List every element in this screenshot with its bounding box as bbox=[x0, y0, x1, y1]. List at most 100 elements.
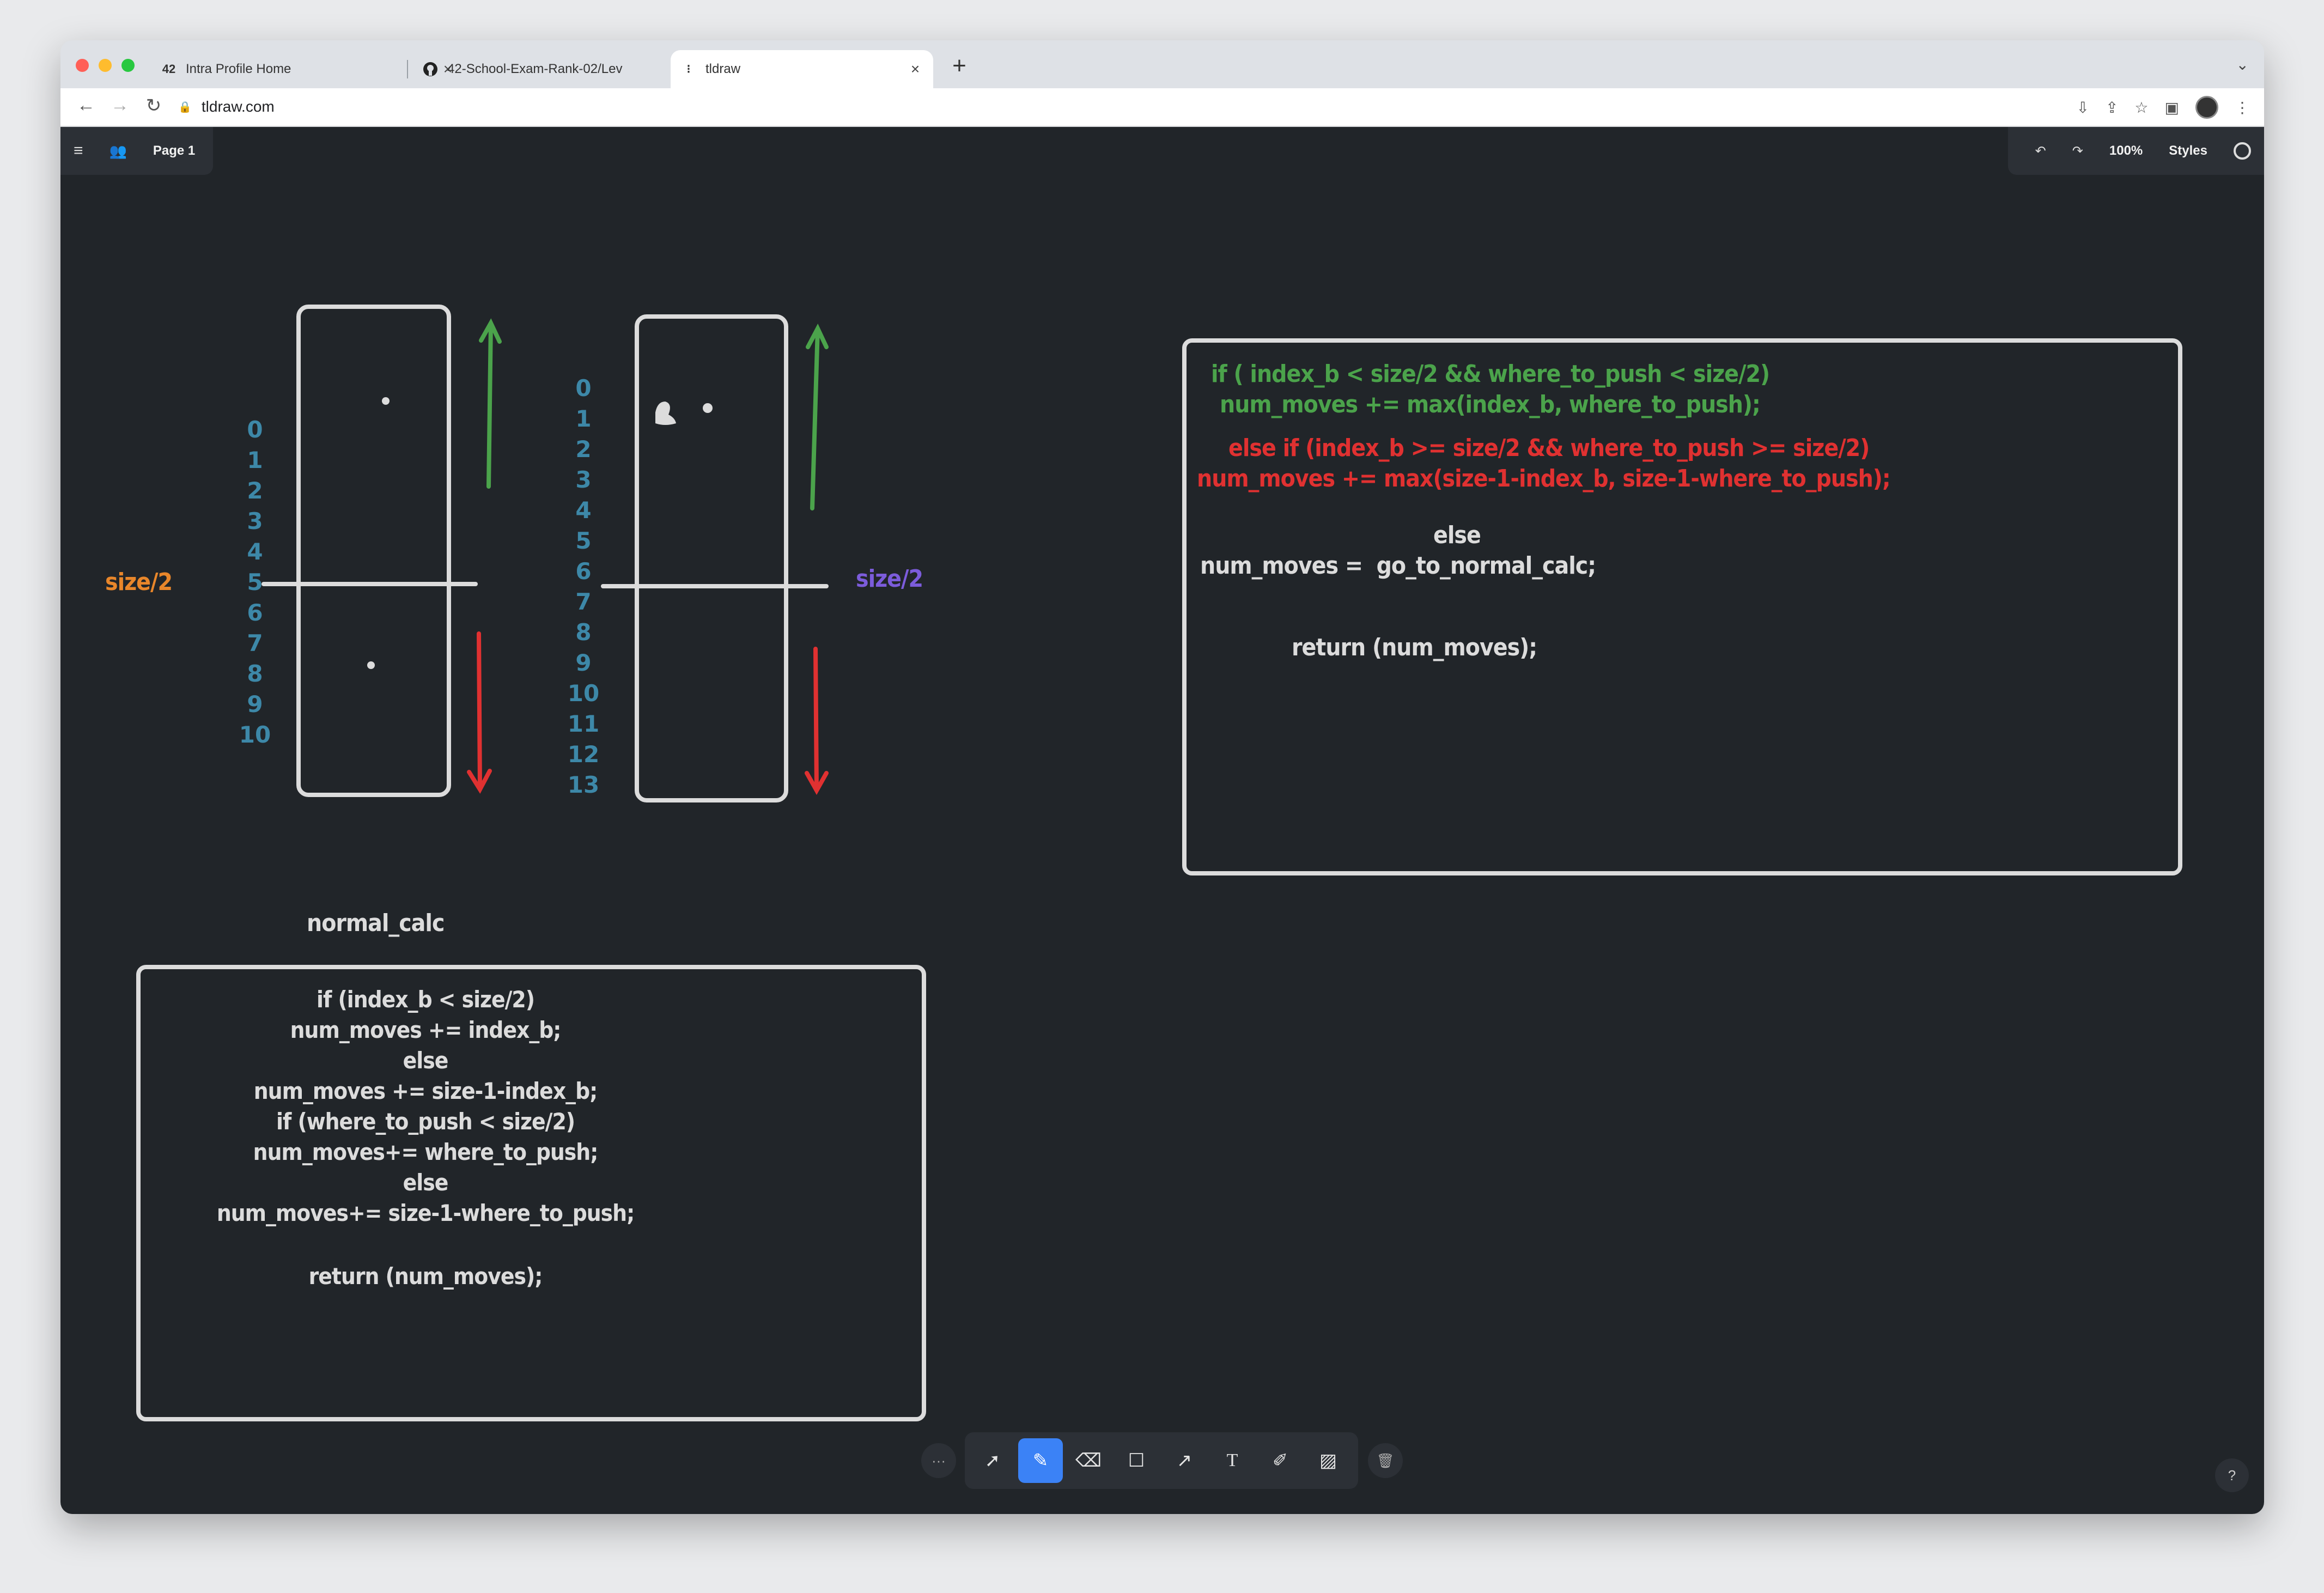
note-tool-icon[interactable]: ✐ bbox=[1258, 1438, 1303, 1483]
index-label[interactable]: 10 bbox=[562, 678, 605, 709]
index-label[interactable]: 13 bbox=[562, 770, 605, 800]
draw-tool-icon[interactable]: ✎ bbox=[1018, 1438, 1063, 1483]
left-index-list: 0 1 2 3 4 5 6 7 8 9 10 bbox=[236, 415, 274, 750]
code-line[interactable]: num_moves+= size-1-where_to_push; bbox=[186, 1198, 665, 1229]
forward-icon[interactable]: → bbox=[106, 95, 133, 116]
image-tool-icon[interactable]: ▨ bbox=[1306, 1438, 1350, 1483]
42-logo-icon: 42 bbox=[162, 62, 176, 76]
bookmark-star-icon[interactable]: ☆ bbox=[2134, 99, 2148, 117]
github-icon bbox=[422, 61, 439, 77]
code-line[interactable]: else bbox=[186, 1045, 665, 1076]
select-tool-icon[interactable]: ➚ bbox=[970, 1438, 1015, 1483]
return-line[interactable]: return (num_moves); bbox=[1292, 633, 1537, 663]
left-stack-rectangle[interactable] bbox=[296, 305, 451, 797]
url-text: tldraw.com bbox=[201, 98, 275, 115]
arrow-tool-icon[interactable]: ↗ bbox=[1162, 1438, 1207, 1483]
code-line[interactable]: num_moves += size-1-index_b; bbox=[186, 1076, 665, 1106]
code-line[interactable]: num_moves+= where_to_push; bbox=[186, 1137, 665, 1168]
address-bar: ← → ↻ 🔒 tldraw.com ⇩ ⇪ ☆ ▣ ⋮ bbox=[60, 88, 2264, 126]
zoom-window-button[interactable] bbox=[121, 59, 135, 72]
url-field[interactable]: 🔒 tldraw.com bbox=[178, 98, 275, 115]
tldraw-icon: ⁝ bbox=[686, 62, 691, 76]
browser-menu-icon[interactable]: ⋮ bbox=[2235, 99, 2250, 117]
normal-calc-title[interactable]: normal_calc bbox=[307, 908, 445, 939]
share-icon[interactable]: ⇪ bbox=[2106, 99, 2118, 117]
size-half-label-left[interactable]: size/2 bbox=[105, 567, 173, 598]
browser-window: 42 Intra Profile Home × 42-School-Exam-R… bbox=[60, 40, 2264, 1514]
left-dot-lower[interactable] bbox=[367, 661, 375, 669]
right-code-box[interactable] bbox=[1182, 338, 2182, 875]
right-dot[interactable] bbox=[703, 403, 713, 413]
index-label[interactable]: 1 bbox=[562, 404, 605, 434]
index-label[interactable]: 3 bbox=[562, 465, 605, 495]
left-up-arrow[interactable] bbox=[479, 318, 502, 489]
green-statement-line[interactable]: num_moves += max(index_b, where_to_push)… bbox=[1220, 390, 1761, 420]
rectangle-tool-icon[interactable]: ☐ bbox=[1114, 1438, 1159, 1483]
size-half-label-right[interactable]: size/2 bbox=[856, 564, 923, 594]
index-label[interactable]: 2 bbox=[562, 434, 605, 465]
eraser-tool-icon[interactable]: ⌫ bbox=[1066, 1438, 1111, 1483]
index-label[interactable]: 7 bbox=[236, 628, 274, 659]
code-line[interactable]: return (num_moves); bbox=[186, 1261, 665, 1292]
close-tab-icon[interactable]: × bbox=[907, 60, 923, 78]
index-label[interactable]: 4 bbox=[562, 495, 605, 526]
back-icon[interactable]: ← bbox=[72, 95, 100, 116]
help-button[interactable]: ? bbox=[2215, 1458, 2249, 1492]
red-statement-line[interactable]: num_moves += max(size-1-index_b, size-1-… bbox=[1197, 464, 1891, 494]
left-down-arrow[interactable] bbox=[467, 631, 492, 794]
index-label[interactable]: 11 bbox=[562, 709, 605, 739]
index-label[interactable]: 8 bbox=[562, 617, 605, 648]
code-line[interactable]: else bbox=[186, 1168, 665, 1198]
minimize-window-button[interactable] bbox=[99, 59, 112, 72]
index-label[interactable]: 7 bbox=[562, 587, 605, 617]
index-label[interactable]: 8 bbox=[236, 659, 274, 689]
index-label[interactable]: 5 bbox=[562, 526, 605, 556]
tool-bar: ➚ ✎ ⌫ ☐ ↗ T ✐ ▨ bbox=[965, 1432, 1358, 1489]
right-scribble[interactable] bbox=[655, 402, 676, 425]
tab-bar: 42 Intra Profile Home × 42-School-Exam-R… bbox=[60, 40, 2264, 88]
code-line[interactable]: if (where_to_push < size/2) bbox=[186, 1106, 665, 1137]
index-label[interactable]: 5 bbox=[236, 567, 274, 598]
index-label[interactable]: 6 bbox=[236, 598, 274, 628]
code-line[interactable]: num_moves += index_b; bbox=[186, 1015, 665, 1045]
index-label[interactable]: 6 bbox=[562, 556, 605, 587]
index-label[interactable]: 10 bbox=[236, 720, 274, 750]
reload-icon[interactable]: ↻ bbox=[140, 95, 167, 117]
close-window-button[interactable] bbox=[76, 59, 89, 72]
trash-icon[interactable]: 🗑 bbox=[1368, 1443, 1403, 1478]
right-stack-rectangle[interactable] bbox=[635, 314, 788, 802]
index-label[interactable]: 0 bbox=[236, 415, 274, 445]
tab-tldraw[interactable]: ⁝ tldraw × bbox=[671, 50, 933, 88]
more-tools-button[interactable]: ··· bbox=[921, 1443, 956, 1478]
else-line[interactable]: else bbox=[1433, 520, 1481, 551]
new-tab-icon[interactable]: + bbox=[943, 52, 976, 80]
tldraw-canvas[interactable]: ≡ 👥 Page 1 ↶ ↷ 100% Styles 0 1 2 3 4 5 6… bbox=[60, 127, 2264, 1514]
tab-search-chevron-icon[interactable]: ⌄ bbox=[2236, 56, 2249, 74]
install-icon[interactable]: ⇩ bbox=[2076, 99, 2089, 117]
lock-icon: 🔒 bbox=[178, 101, 192, 113]
index-label[interactable]: 4 bbox=[236, 537, 274, 567]
index-label[interactable]: 12 bbox=[562, 739, 605, 770]
index-label[interactable]: 2 bbox=[236, 476, 274, 506]
index-label[interactable]: 3 bbox=[236, 506, 274, 537]
left-dot-upper[interactable] bbox=[382, 397, 390, 405]
side-panel-icon[interactable]: ▣ bbox=[2165, 99, 2179, 117]
browser-actions: ⇩ ⇪ ☆ ▣ ⋮ bbox=[2076, 96, 2250, 119]
green-condition-line[interactable]: if ( index_b < size/2 && where_to_push <… bbox=[1211, 359, 1770, 390]
right-index-list: 0 1 2 3 4 5 6 7 8 9 10 11 12 13 bbox=[562, 373, 605, 800]
tab-title: Intra Profile Home bbox=[186, 62, 291, 76]
index-label[interactable]: 9 bbox=[562, 648, 605, 678]
red-condition-line[interactable]: else if (index_b >= size/2 && where_to_p… bbox=[1228, 433, 1870, 464]
text-tool-icon[interactable]: T bbox=[1210, 1438, 1255, 1483]
right-down-arrow[interactable] bbox=[805, 647, 829, 795]
normal-calc-code: if (index_b < size/2) num_moves += index… bbox=[186, 984, 665, 1292]
tab-title: tldraw bbox=[705, 62, 741, 76]
profile-avatar[interactable] bbox=[2195, 96, 2218, 119]
normal-call-line[interactable]: num_moves = go_to_normal_calc; bbox=[1200, 551, 1596, 581]
right-up-arrow[interactable] bbox=[806, 324, 829, 510]
index-label[interactable]: 9 bbox=[236, 689, 274, 720]
index-label[interactable]: 0 bbox=[562, 373, 605, 404]
index-label[interactable]: 1 bbox=[236, 445, 274, 476]
code-line[interactable]: if (index_b < size/2) bbox=[186, 984, 665, 1015]
tab-title: 42-School-Exam-Rank-02/Lev bbox=[447, 62, 623, 76]
